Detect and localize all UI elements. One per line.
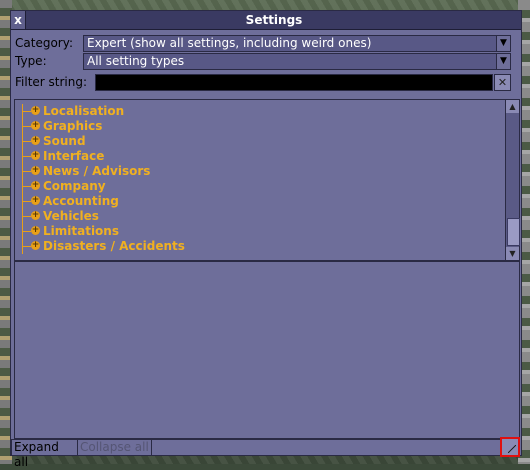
plus-circle-icon[interactable]: + — [31, 166, 40, 175]
plus-circle-icon[interactable]: + — [31, 196, 40, 205]
tree-item-news-advisors[interactable]: + News / Advisors — [15, 164, 505, 179]
plus-circle-icon[interactable]: + — [31, 211, 40, 220]
close-icon[interactable]: x — [11, 11, 26, 29]
tree-item-label: Limitations — [43, 224, 119, 238]
type-value: All setting types — [87, 54, 185, 68]
bottom-bar: Expand all Collapse all — [11, 437, 521, 469]
scroll-up-icon[interactable]: ▲ — [506, 100, 519, 113]
tree-item-label: Sound — [43, 134, 86, 148]
tree-scrollbar[interactable]: ▲ ▼ — [505, 99, 520, 261]
plus-circle-icon[interactable]: + — [31, 181, 40, 190]
resize-grip-icon[interactable] — [500, 437, 520, 457]
plus-circle-icon[interactable]: + — [31, 241, 40, 250]
type-row: Type: All setting types ▼ — [15, 53, 517, 70]
category-label: Category: — [15, 36, 73, 50]
tree-item-label: Interface — [43, 149, 105, 163]
tree-item-label: Vehicles — [43, 209, 99, 223]
setting-description-panel — [14, 261, 520, 439]
category-dropdown[interactable]: Expert (show all settings, including wei… — [83, 35, 511, 52]
chevron-down-icon[interactable]: ▼ — [496, 36, 510, 51]
settings-window: x Settings Category: Expert (show all se… — [10, 10, 522, 469]
type-label: Type: — [15, 54, 47, 68]
category-row: Category: Expert (show all settings, inc… — [15, 35, 517, 52]
category-value: Expert (show all settings, including wei… — [87, 36, 372, 50]
scrollbar-thumb[interactable] — [507, 218, 520, 246]
window-titlebar[interactable]: x Settings — [11, 11, 521, 30]
plus-circle-icon[interactable]: + — [31, 226, 40, 235]
tree-item-label: Graphics — [43, 119, 103, 133]
status-bar — [151, 439, 501, 456]
tree-item-localisation[interactable]: + Localisation — [15, 104, 505, 119]
plus-circle-icon[interactable]: + — [31, 106, 40, 115]
tree-item-disasters-accidents[interactable]: + Disasters / Accidents — [15, 239, 505, 254]
filter-row: Filter string: ✕ — [15, 74, 517, 91]
plus-circle-icon[interactable]: + — [31, 121, 40, 130]
tree-item-vehicles[interactable]: + Vehicles — [15, 209, 505, 224]
clear-filter-icon[interactable]: ✕ — [494, 74, 511, 91]
tree-item-label: Accounting — [43, 194, 119, 208]
tree-item-limitations[interactable]: + Limitations — [15, 224, 505, 239]
collapse-all-button[interactable]: Collapse all — [77, 439, 153, 456]
window-title: Settings — [245, 13, 303, 27]
filter-label: Filter string: — [15, 75, 88, 89]
settings-tree: + Localisation + Graphics + Sound + Inte… — [14, 99, 505, 261]
tree-item-sound[interactable]: + Sound — [15, 134, 505, 149]
tree-item-label: Localisation — [43, 104, 125, 118]
chevron-down-icon[interactable]: ▼ — [496, 54, 510, 69]
tree-item-label: Company — [43, 179, 106, 193]
tree-item-company[interactable]: + Company — [15, 179, 505, 194]
tree-item-graphics[interactable]: + Graphics — [15, 119, 505, 134]
tree-item-accounting[interactable]: + Accounting — [15, 194, 505, 209]
filter-input[interactable] — [95, 74, 493, 91]
expand-all-button[interactable]: Expand all — [11, 439, 79, 469]
tree-item-label: Disasters / Accidents — [43, 239, 185, 253]
plus-circle-icon[interactable]: + — [31, 151, 40, 160]
plus-circle-icon[interactable]: + — [31, 136, 40, 145]
scroll-down-icon[interactable]: ▼ — [506, 247, 519, 260]
type-dropdown[interactable]: All setting types ▼ — [83, 53, 511, 70]
tree-item-interface[interactable]: + Interface — [15, 149, 505, 164]
tree-item-label: News / Advisors — [43, 164, 151, 178]
